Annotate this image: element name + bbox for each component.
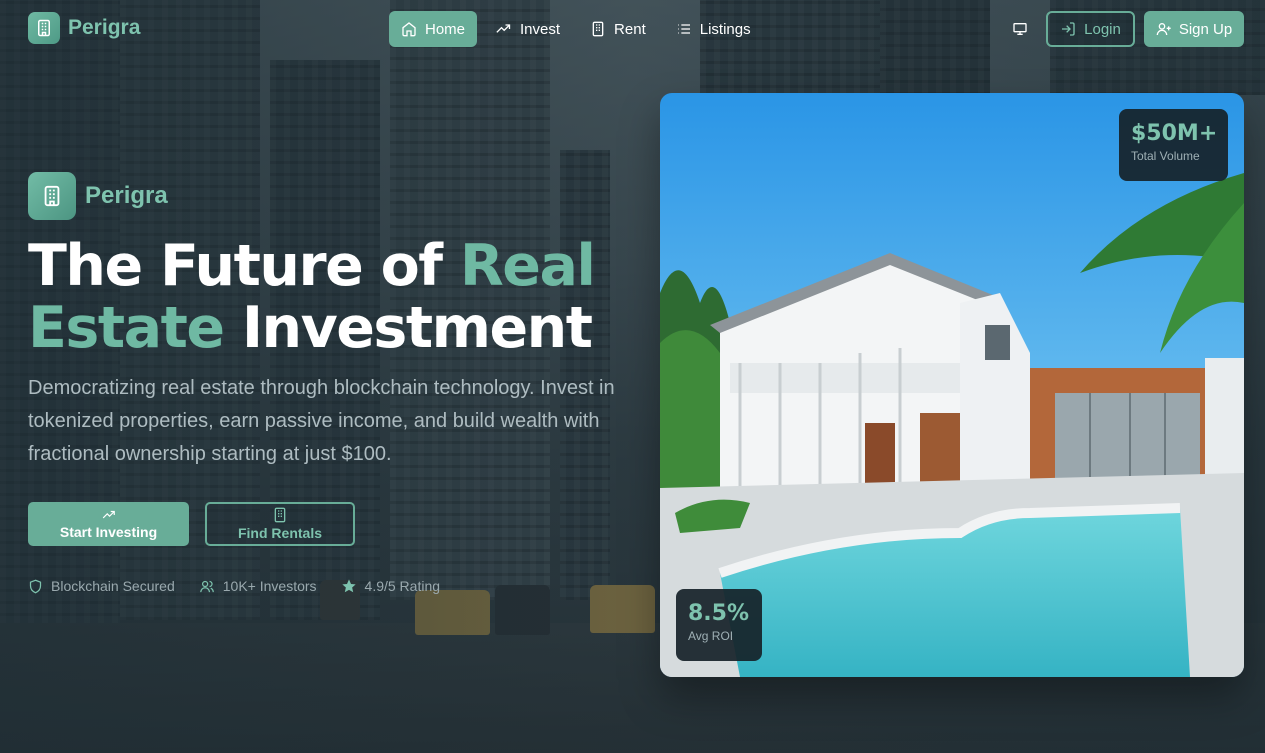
- building-icon: [592, 21, 604, 37]
- nav-links: Home Invest Rent Listings: [389, 11, 763, 47]
- shield-icon: [29, 579, 42, 593]
- nav-home[interactable]: Home: [389, 11, 478, 47]
- star-icon: [341, 579, 356, 593]
- hero-headline: The Future of Real Estate Investment: [28, 235, 648, 359]
- start-investing-button[interactable]: Start Investing: [28, 502, 189, 546]
- nav-listings[interactable]: Listings: [664, 11, 763, 47]
- start-investing-label: Start Investing: [59, 524, 158, 540]
- trust-investors-label: 10K+ Investors: [222, 578, 317, 594]
- total-volume-label: Total Volume: [1131, 149, 1200, 163]
- trust-rating: 4.9/5 Rating: [341, 578, 441, 594]
- brand-name: Perigra: [68, 16, 141, 39]
- property-image-card: $50M+ Total Volume 8.5% Avg ROI: [660, 93, 1244, 677]
- theme-toggle-button[interactable]: [1003, 11, 1037, 47]
- nav-actions: Login Sign Up: [1003, 11, 1244, 47]
- signup-label: Sign Up: [1178, 20, 1233, 38]
- monitor-icon: [1013, 23, 1027, 35]
- trending-up-icon: [102, 510, 115, 519]
- hero-brand: Perigra: [28, 172, 168, 220]
- find-rentals-label: Find Rentals: [237, 525, 322, 541]
- home-icon: [402, 22, 416, 37]
- users-icon: [199, 580, 214, 592]
- top-navigation: Perigra Home Invest Rent Listings Login: [28, 11, 1244, 47]
- login-button[interactable]: Login: [1046, 11, 1135, 47]
- nav-rent-label: Rent: [614, 20, 646, 38]
- building-logo-icon: [28, 172, 76, 220]
- avg-roi-value: 8.5%: [688, 601, 750, 626]
- building-icon: [274, 507, 286, 523]
- trust-investors: 10K+ Investors: [199, 578, 317, 594]
- avg-roi-label: Avg ROI: [688, 629, 734, 643]
- trust-blockchain-label: Blockchain Secured: [51, 578, 175, 594]
- total-volume-value: $50M+: [1131, 121, 1218, 146]
- user-plus-icon: [1156, 23, 1171, 36]
- trust-indicators: Blockchain Secured 10K+ Investors 4.9/5 …: [28, 578, 440, 594]
- avg-roi-stat: 8.5% Avg ROI: [676, 589, 762, 661]
- total-volume-stat: $50M+ Total Volume: [1119, 109, 1228, 181]
- headline-part2: Investment: [223, 295, 593, 361]
- headline-part1: The Future of: [28, 233, 460, 299]
- list-icon: [677, 24, 690, 34]
- brand[interactable]: Perigra: [28, 12, 140, 44]
- trust-blockchain: Blockchain Secured: [28, 578, 175, 594]
- login-label: Login: [1084, 20, 1121, 38]
- find-rentals-button[interactable]: Find Rentals: [205, 502, 355, 546]
- nav-invest-label: Invest: [520, 20, 561, 38]
- nav-rent[interactable]: Rent: [578, 11, 658, 47]
- log-in-icon: [1062, 22, 1075, 36]
- building-logo-icon: [28, 12, 60, 44]
- nav-home-label: Home: [425, 20, 466, 38]
- hero-subtitle: Democratizing real estate through blockc…: [28, 377, 615, 465]
- trending-up-icon: [496, 24, 511, 33]
- cta-row: Start Investing Find Rentals: [28, 502, 355, 546]
- trust-rating-label: 4.9/5 Rating: [364, 578, 441, 594]
- hero-brand-name: Perigra: [85, 182, 168, 209]
- nav-listings-label: Listings: [699, 20, 751, 38]
- signup-button[interactable]: Sign Up: [1144, 11, 1244, 47]
- nav-invest[interactable]: Invest: [483, 11, 572, 47]
